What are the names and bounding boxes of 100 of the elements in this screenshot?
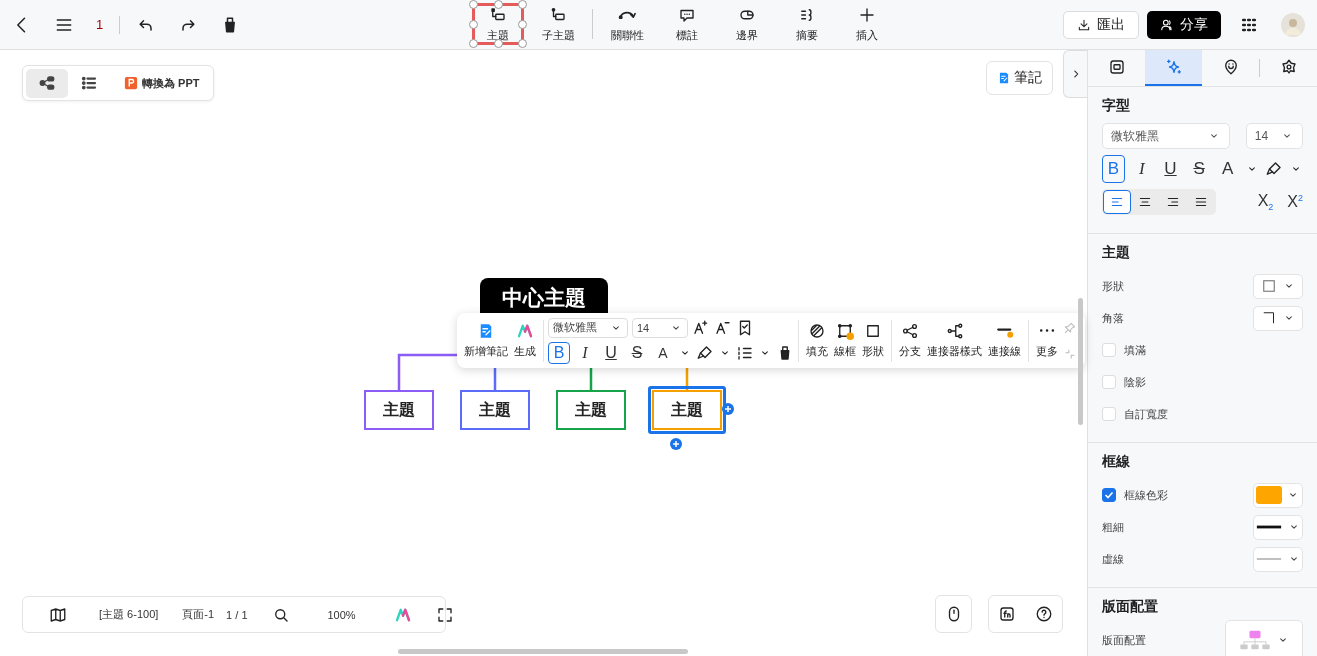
option-label: 填滿 [1124,342,1146,358]
option-label: 虛線 [1102,551,1124,567]
convert-ppt-button[interactable]: 轉換為 PPT [124,75,200,91]
script-button[interactable]: X$_{2}$ [1257,191,1274,213]
format-button[interactable]: A [652,341,674,364]
connector-button[interactable]: 連接器樣式 [924,322,985,359]
download-icon [1077,17,1091,32]
connector-icon [945,322,964,340]
map-icon[interactable] [49,605,67,624]
toolbar-button[interactable]: 關聯性 [601,3,653,45]
format-button[interactable]: S [1187,155,1211,183]
fill-button[interactable]: 填充 [803,322,831,359]
format-button[interactable]: I [574,341,596,364]
toolbar-button[interactable]: 主題 [472,3,524,45]
toolbar-button[interactable]: 子主題 [532,3,584,45]
add-icon[interactable] [670,438,682,450]
export-button[interactable]: 匯出 [1063,10,1139,39]
more-button[interactable]: 更多 [1033,322,1061,359]
page-count: 1 / 1 [226,608,248,621]
mouse-mode-button[interactable] [935,595,972,633]
function-icon[interactable] [998,605,1017,623]
more-icon [1039,328,1055,333]
selection-handle[interactable] [469,39,478,48]
format-button[interactable]: S [626,341,648,364]
font-family-select[interactable]: 微软雅黑 [1102,123,1230,149]
option-label: 陰影 [1124,374,1146,390]
topic-node[interactable]: 主題 [364,390,434,430]
format-button[interactable]: B [1102,155,1125,183]
option-label: 框線色彩 [1124,487,1168,503]
selection-handle[interactable] [494,39,503,48]
line-button[interactable]: 連接線 [985,322,1024,359]
highlighter-icon[interactable] [696,343,714,362]
sparkle-tab[interactable] [1145,50,1202,86]
map-icon [38,74,56,92]
option-label: 粗細 [1102,519,1124,535]
font-size-select[interactable]: 14 [1245,123,1303,149]
section-title: 主題 [1102,244,1131,262]
style-icon [1107,58,1126,76]
selection-handle[interactable] [469,0,478,9]
ppt-icon [124,76,138,90]
font-size-select[interactable]: 14 [632,317,688,338]
highlighter-icon[interactable] [1264,160,1283,178]
dropdown[interactable] [1253,514,1303,540]
notes-button[interactable]: 筆記 [986,61,1053,95]
map-view-button[interactable] [26,68,68,98]
border-button[interactable]: 線框 [831,322,859,359]
align-justify-icon [1194,195,1208,209]
page-label: 頁面-1 [182,607,215,622]
page-number: 1 [96,17,104,32]
toolbar-button[interactable]: 摘要 [781,3,833,45]
format-button[interactable]: B [548,341,570,364]
format-button[interactable]: I [1130,155,1154,183]
toolbar-button[interactable]: 插入 [841,3,893,45]
branch-icon [901,322,919,340]
selection-handle[interactable] [518,20,527,29]
insert-icon [858,5,876,24]
help-icon[interactable] [1034,605,1053,623]
thick-line-icon [1255,524,1283,530]
section-title: 字型 [1102,97,1131,115]
section-title: 版面配置 [1102,598,1159,616]
selection-handle[interactable] [469,20,478,29]
checkbox[interactable] [1102,488,1116,502]
topic-node[interactable]: 主題 [556,390,626,430]
note-button[interactable]: 新增筆記 [461,322,511,359]
topic-node[interactable]: 主題 [460,390,530,430]
selection-handle[interactable] [494,0,503,9]
format-button[interactable]: A [1216,155,1239,183]
share-button[interactable]: 分享 [1147,10,1221,39]
selection-handle[interactable] [518,0,527,9]
color-dropdown[interactable] [1253,482,1303,508]
shape-icon [864,322,882,340]
zoom-level[interactable]: 100% [313,608,370,621]
option-label: 形狀 [1102,278,1124,294]
format-button[interactable]: U [1159,155,1182,183]
align-center-icon [1138,195,1152,209]
script-button[interactable]: X$^{2}$ [1287,191,1303,213]
fullscreen-icon[interactable] [435,605,454,624]
selection-handle[interactable] [518,39,527,48]
toolbar-button[interactable]: 標註 [661,3,713,45]
align-left-button[interactable] [1103,190,1131,214]
increase-font-icon[interactable] [692,318,710,337]
shape-button[interactable]: 形狀 [859,322,887,359]
font-family-select[interactable]: 微软雅黑 [548,317,628,338]
thin-line-icon [1255,556,1283,562]
topic-node[interactable]: 主題 [652,390,722,430]
border-icon [836,322,854,340]
branch-button[interactable]: 分支 [896,322,924,359]
central-topic[interactable]: 中心主題 [480,278,608,313]
toolbar-button[interactable]: 邊界 [721,3,773,45]
scrollbar[interactable] [1078,298,1083,425]
relation-icon [618,9,636,19]
sparkle-icon [1164,58,1183,76]
ai-button[interactable]: 生成 [511,322,539,359]
outline-icon [80,74,98,92]
check-icon [1103,489,1115,501]
add-icon[interactable] [722,403,734,415]
format-button[interactable]: U [600,341,622,364]
square-icon [1260,277,1278,295]
scrollbar[interactable] [398,649,688,654]
ai-logo-icon [516,322,534,340]
